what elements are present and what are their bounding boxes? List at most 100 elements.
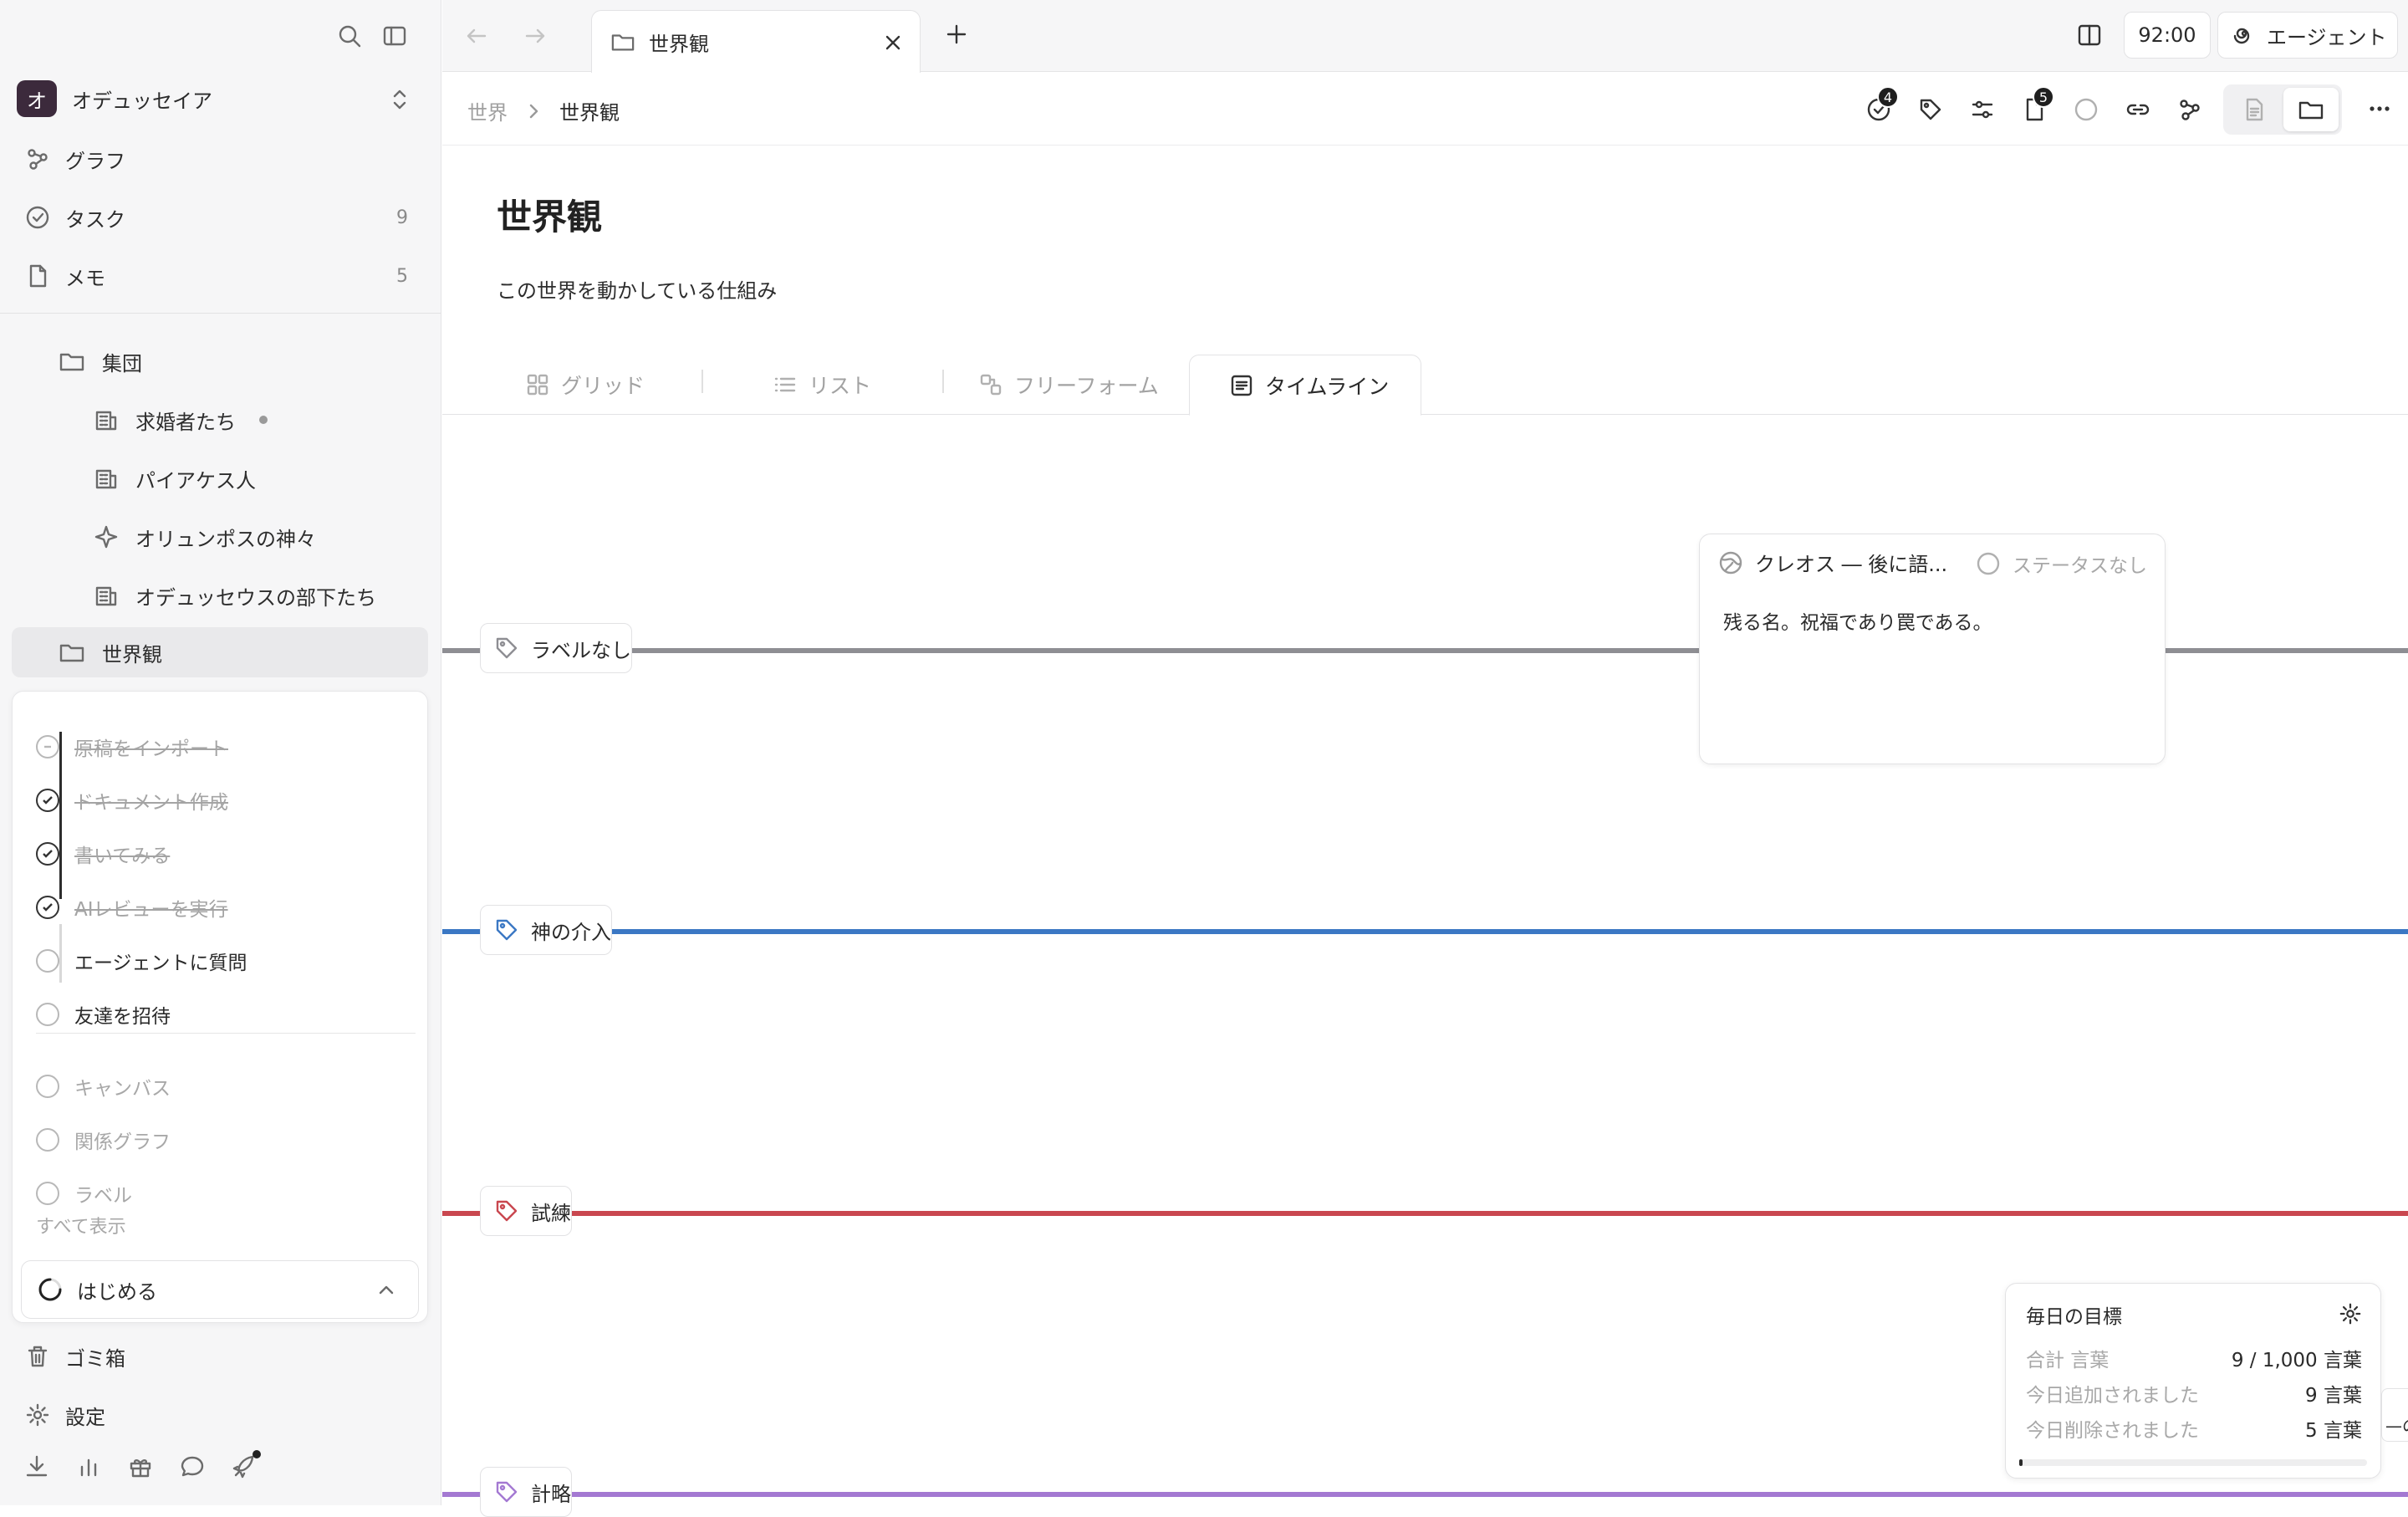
- split-view-icon[interactable]: [2076, 22, 2103, 49]
- show-all-link[interactable]: すべて表示: [36, 1212, 126, 1239]
- new-tab-icon[interactable]: [944, 22, 969, 47]
- tree-label: パイアケス人: [135, 468, 256, 493]
- document-icon: [2242, 97, 2267, 122]
- rocket-icon[interactable]: [231, 1450, 261, 1480]
- gear-icon[interactable]: [2339, 1302, 2362, 1325]
- folder-icon: [59, 349, 85, 374]
- lane-name: 計略: [531, 1482, 571, 1506]
- tree-item-olympians[interactable]: オリュンポスの神々: [94, 517, 428, 557]
- folder-icon: [610, 30, 635, 54]
- timeline-icon: [1230, 374, 1253, 397]
- unsaved-dot: [259, 416, 268, 424]
- tab-freeform[interactable]: フリーフォーム: [979, 355, 1159, 415]
- timeline-lane-line: [442, 929, 2408, 934]
- nav-trash[interactable]: ゴミ箱: [25, 1336, 125, 1377]
- building-icon: [94, 466, 119, 491]
- arrow-right-icon[interactable]: [523, 23, 548, 49]
- onboarding-step[interactable]: 関係グラフ: [36, 1123, 171, 1157]
- file-icon: [25, 263, 50, 289]
- page-subtitle[interactable]: この世界を動かしている仕組み: [497, 274, 777, 304]
- agent-button[interactable]: エージェント: [2217, 12, 2398, 59]
- tree-item-group[interactable]: 集団: [59, 341, 426, 381]
- onboarding-step[interactable]: 友達を招待: [36, 998, 171, 1031]
- chevron-up-icon: [376, 1281, 396, 1298]
- filters-button[interactable]: [1964, 91, 2001, 128]
- search-icon[interactable]: [337, 23, 362, 49]
- lane-label[interactable]: ラベルなし: [480, 623, 632, 673]
- circle-icon: [36, 1075, 59, 1098]
- tree-label: オデュッセウスの部下たち: [135, 585, 376, 610]
- tree-item-worldview[interactable]: 世界観: [12, 627, 428, 677]
- step-label: 書いてみる: [74, 845, 171, 867]
- page-title[interactable]: 世界観: [497, 189, 602, 240]
- document-tab[interactable]: 世界観: [591, 10, 921, 73]
- close-icon[interactable]: [883, 33, 903, 53]
- graph-button[interactable]: [2171, 91, 2208, 128]
- lane-name: ラベルなし: [531, 638, 631, 662]
- onboarding-step[interactable]: AIレビューを実行: [36, 891, 228, 924]
- nav-graph[interactable]: グラフ: [25, 139, 415, 179]
- step-label: AIレビューを実行: [74, 899, 228, 921]
- onboarding-step[interactable]: エージェントに質問: [36, 944, 247, 978]
- tab-list[interactable]: リスト: [773, 355, 871, 415]
- tree-item-crew[interactable]: オデュッセウスの部下たち: [94, 575, 428, 615]
- tree-item-phaeacians[interactable]: パイアケス人: [94, 458, 428, 498]
- progress-spinner-icon: [37, 1276, 64, 1303]
- onboarding-step[interactable]: 書いてみる: [36, 837, 170, 871]
- download-icon[interactable]: [23, 1453, 50, 1480]
- timeline-card[interactable]: クレオス ― 後に語... ステータスなし 残る名。祝福であり罠である。: [1699, 534, 2166, 764]
- goal-progress-fill: [2019, 1459, 2023, 1466]
- lane-name: 神の介入: [531, 920, 611, 944]
- session-timer[interactable]: 92:00: [2124, 12, 2211, 59]
- folder-view-button[interactable]: [2283, 88, 2339, 131]
- chat-icon[interactable]: [179, 1453, 206, 1480]
- lane-label[interactable]: 計略: [480, 1467, 572, 1517]
- building-icon: [94, 583, 119, 608]
- lane-label[interactable]: 試練: [480, 1186, 572, 1236]
- get-started-button[interactable]: はじめる: [21, 1260, 419, 1319]
- tab-label: グリッド: [561, 374, 645, 398]
- grid-icon: [526, 373, 549, 396]
- tab-timeline[interactable]: タイムライン: [1189, 355, 1421, 416]
- nav-notes[interactable]: メモ 5: [25, 256, 415, 296]
- goal-title: 毎日の目標: [2026, 1306, 2122, 1328]
- tag-icon: [1918, 97, 1943, 122]
- tasks-button[interactable]: 4: [1860, 86, 1899, 128]
- tab-title: 世界観: [649, 32, 709, 56]
- onboarding-step[interactable]: ラベル: [36, 1177, 132, 1210]
- goal-value: 5 言葉: [2305, 1420, 2362, 1442]
- nav-label: タスク: [65, 207, 125, 232]
- card-status[interactable]: ステータスなし: [1976, 549, 2147, 578]
- workspace-switcher[interactable]: オ オデュッセイア: [17, 80, 420, 117]
- link-button[interactable]: [2120, 91, 2156, 128]
- peek-text: —の(: [2385, 1416, 2408, 1436]
- tree-label: 世界観: [102, 642, 162, 667]
- nav-tasks[interactable]: タスク 9: [25, 197, 415, 238]
- card-body: 残る名。祝福であり罠である。: [1723, 612, 1992, 634]
- breadcrumb-current: 世界観: [559, 101, 620, 125]
- tree-label: オリュンポスの神々: [135, 527, 316, 551]
- chevron-updown-icon: [390, 87, 410, 112]
- arrow-left-icon[interactable]: [464, 23, 489, 49]
- tag-icon: [494, 1198, 519, 1223]
- freeform-icon: [979, 373, 1002, 396]
- documents-button[interactable]: 5: [2016, 86, 2054, 128]
- tab-grid[interactable]: グリッド: [526, 355, 645, 415]
- document-view-button[interactable]: [2227, 88, 2282, 131]
- sidebar-toggle-icon[interactable]: [382, 23, 407, 49]
- more-icon[interactable]: [2367, 96, 2392, 121]
- onboarding-step[interactable]: 原稿をインポート: [36, 730, 228, 764]
- gift-icon[interactable]: [127, 1453, 154, 1480]
- lane-label[interactable]: 神の介入: [480, 905, 612, 955]
- nav-settings[interactable]: 設定: [25, 1395, 105, 1435]
- tree-item-suitors[interactable]: 求婚者たち: [94, 400, 428, 440]
- sidebar-divider: [0, 313, 441, 314]
- step-label: 原稿をインポート: [74, 738, 228, 760]
- onboarding-step[interactable]: ドキュメント作成: [36, 784, 228, 817]
- status-button[interactable]: [2068, 91, 2104, 128]
- onboarding-step[interactable]: キャンバス: [36, 1070, 171, 1103]
- peek-panel[interactable]: —の(: [2381, 1388, 2408, 1442]
- breadcrumb-parent[interactable]: 世界: [467, 96, 508, 125]
- labels-button[interactable]: [1912, 91, 1949, 128]
- bar-chart-icon[interactable]: [75, 1453, 102, 1480]
